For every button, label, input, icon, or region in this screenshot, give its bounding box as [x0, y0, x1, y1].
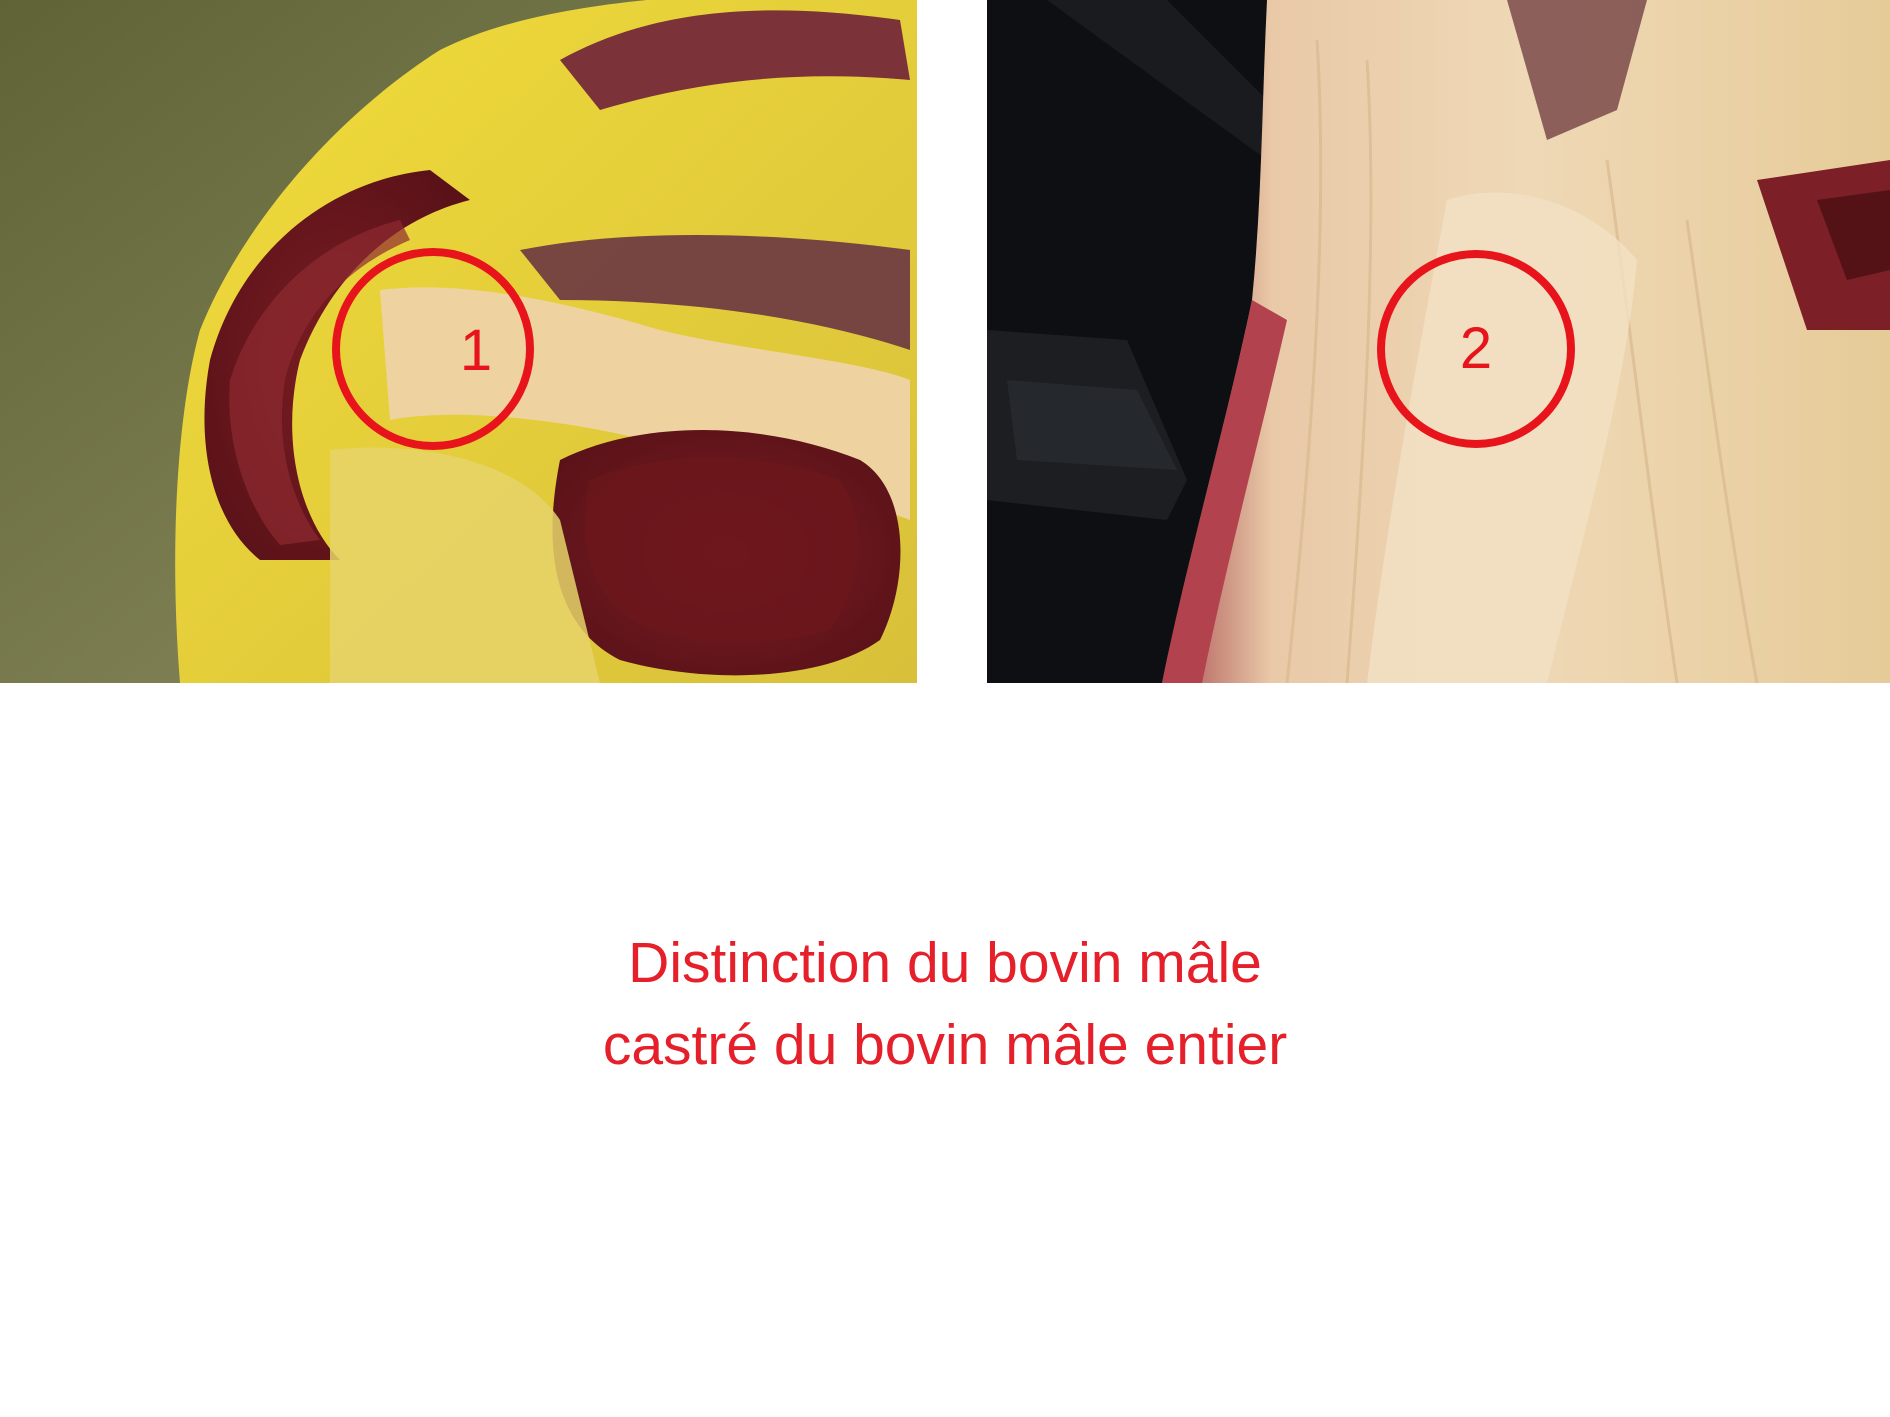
marker-number-1: 1 — [460, 318, 492, 383]
marker-number-2: 2 — [1460, 316, 1492, 381]
caption-line-2: castré du bovin mâle entier — [602, 1013, 1288, 1077]
right-photo-illustration: 2 — [987, 0, 1890, 683]
right-carcass-photo: 2 — [987, 0, 1890, 683]
left-carcass-photo: 1 — [0, 0, 917, 683]
caption-line-1: Distinction du bovin mâle — [628, 931, 1262, 995]
left-photo-illustration: 1 — [0, 0, 917, 683]
caption: Distinction du bovin mâle castré du bovi… — [0, 922, 1890, 1086]
